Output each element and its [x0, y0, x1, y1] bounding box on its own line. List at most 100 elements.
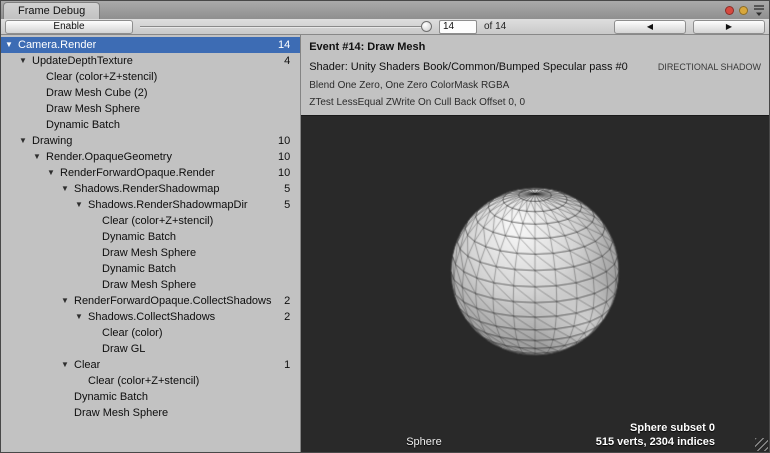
tree-item-label: Shadows.CollectShadows [88, 309, 215, 325]
blend-state: Blend One Zero, One Zero ColorMask RGBA [309, 80, 761, 91]
event-title: Event #14: Draw Mesh [309, 41, 761, 53]
tree-item[interactable]: Draw Mesh Sphere [1, 101, 300, 117]
mesh-stats: Sphere subset 0 515 verts, 2304 indices [596, 421, 715, 449]
close-icon[interactable] [725, 6, 734, 15]
tree-item-label: Shadows.RenderShadowmapDir [88, 197, 248, 213]
tree-item-count: 2 [284, 293, 300, 309]
tree-item[interactable]: Clear (color) [1, 325, 300, 341]
toolbar: Enable of 14 ◀ ▶ [1, 19, 769, 35]
mesh-name-label: Sphere [406, 436, 441, 448]
tree-item[interactable]: Dynamic Batch [1, 389, 300, 405]
foldout-triangle-icon[interactable]: ▼ [61, 181, 74, 197]
details-header: Event #14: Draw Mesh Shader: Unity Shade… [301, 35, 769, 115]
tree-item-label: Clear (color+Z+stencil) [88, 373, 199, 389]
tree-item[interactable]: Dynamic Batch [1, 261, 300, 277]
tree-item[interactable]: Draw Mesh Sphere [1, 277, 300, 293]
tree-item-count: 10 [278, 165, 300, 181]
next-frame-button[interactable]: ▶ [693, 20, 765, 34]
tree-item-label: Clear [74, 357, 100, 373]
minimize-icon[interactable] [739, 6, 748, 15]
tree-item[interactable]: ▼Shadows.RenderShadowmap5 [1, 181, 300, 197]
frame-number-field[interactable] [439, 20, 477, 34]
prev-frame-button[interactable]: ◀ [614, 20, 686, 34]
pane-menu-icon[interactable] [753, 4, 765, 17]
tree-item[interactable]: Draw GL [1, 341, 300, 357]
tree-item-count: 5 [284, 181, 300, 197]
tree-item-label: Clear (color) [102, 325, 163, 341]
shader-keywords: DIRECTIONAL SHADOW [658, 62, 761, 72]
tree-item-count: 4 [284, 53, 300, 69]
tree-item-count: 14 [278, 37, 300, 53]
frame-debug-window: Frame Debug Enable of 14 ◀ ▶ ▼Camera.Ren… [0, 0, 770, 453]
tree-item[interactable]: ▼Camera.Render 14 [1, 37, 300, 53]
mesh-subset-label: Sphere subset 0 [596, 421, 715, 435]
tree-item-label: Draw GL [102, 341, 145, 357]
tree-item[interactable]: ▼RenderForwardOpaque.Render 10 [1, 165, 300, 181]
tree-item-count: 5 [284, 197, 300, 213]
foldout-triangle-icon[interactable]: ▼ [19, 53, 32, 69]
tree-item-label: Render.OpaqueGeometry [46, 149, 172, 165]
tree-item-label: Draw Mesh Sphere [74, 405, 168, 421]
tree-item-label: Dynamic Batch [46, 117, 120, 133]
tree-item[interactable]: ▼RenderForwardOpaque.CollectShadows 2 [1, 293, 300, 309]
tree-item-label: Draw Mesh Sphere [102, 245, 196, 261]
slider-knob[interactable] [421, 21, 432, 32]
tab-frame-debug[interactable]: Frame Debug [3, 2, 100, 19]
tree-item[interactable]: Clear (color+Z+stencil) [1, 373, 300, 389]
foldout-triangle-icon[interactable]: ▼ [61, 293, 74, 309]
foldout-triangle-icon[interactable]: ▼ [75, 309, 88, 325]
shader-name: Shader: Unity Shaders Book/Common/Bumped… [309, 61, 628, 73]
resize-grip[interactable] [755, 438, 768, 451]
ztest-state: ZTest LessEqual ZWrite On Cull Back Offs… [309, 97, 761, 108]
tree-item[interactable]: ▼Shadows.RenderShadowmapDir 5 [1, 197, 300, 213]
tree-item-label: Camera.Render [18, 37, 96, 53]
tree-item-count: 2 [284, 309, 300, 325]
tab-title: Frame Debug [18, 5, 85, 17]
tree-item[interactable]: ▼Clear 1 [1, 357, 300, 373]
tree-item-label: Dynamic Batch [102, 261, 176, 277]
tree-item-label: Drawing [32, 133, 72, 149]
mesh-verts-label: 515 verts, 2304 indices [596, 435, 715, 449]
sphere-preview-canvas [301, 116, 769, 452]
tree-item[interactable]: Clear (color+Z+stencil) [1, 69, 300, 85]
tree-item[interactable]: Dynamic Batch [1, 229, 300, 245]
foldout-triangle-icon[interactable]: ▼ [19, 133, 32, 149]
tree-item[interactable]: Draw Mesh Sphere [1, 245, 300, 261]
details-panel: Event #14: Draw Mesh Shader: Unity Shade… [301, 35, 769, 452]
tree-item[interactable]: Clear (color+Z+stencil) [1, 213, 300, 229]
tree-item-label: Dynamic Batch [102, 229, 176, 245]
tree-item-count: 10 [278, 133, 300, 149]
tree-item[interactable]: Draw Mesh Cube (2) [1, 85, 300, 101]
content-split: ▼Camera.Render14▼UpdateDepthTexture4Clea… [1, 35, 769, 452]
frame-slider[interactable] [140, 20, 432, 34]
foldout-triangle-icon[interactable]: ▼ [61, 357, 74, 373]
tree-item[interactable]: ▼UpdateDepthTexture 4 [1, 53, 300, 69]
foldout-triangle-icon[interactable]: ▼ [75, 197, 88, 213]
tree-item-label: UpdateDepthTexture [32, 53, 133, 69]
slider-track [140, 26, 432, 28]
tree-item[interactable]: ▼Drawing 10 [1, 133, 300, 149]
tree-item-label: Clear (color+Z+stencil) [102, 213, 213, 229]
shader-row: Shader: Unity Shaders Book/Common/Bumped… [309, 61, 761, 73]
tree-item-label: RenderForwardOpaque.CollectShadows [74, 293, 272, 309]
tree-item[interactable]: ▼Render.OpaqueGeometry 10 [1, 149, 300, 165]
foldout-triangle-icon[interactable]: ▼ [33, 149, 46, 165]
tree-item[interactable]: ▼Shadows.CollectShadows 2 [1, 309, 300, 325]
tree-item-label: Draw Mesh Sphere [102, 277, 196, 293]
tree-item-label: Dynamic Batch [74, 389, 148, 405]
foldout-triangle-icon[interactable]: ▼ [5, 37, 18, 53]
tab-bar: Frame Debug [1, 1, 769, 19]
enable-button[interactable]: Enable [5, 20, 133, 34]
tree-item-count: 10 [278, 149, 300, 165]
tree-item-label: Clear (color+Z+stencil) [46, 69, 157, 85]
tree-item-count: 1 [284, 357, 300, 373]
event-tree: ▼Camera.Render14▼UpdateDepthTexture4Clea… [1, 35, 300, 452]
tree-item[interactable]: Dynamic Batch [1, 117, 300, 133]
frame-total-label: of 14 [484, 21, 506, 32]
tree-item-label: Draw Mesh Cube (2) [46, 85, 147, 101]
foldout-triangle-icon[interactable]: ▼ [47, 165, 60, 181]
tree-item[interactable]: Draw Mesh Sphere [1, 405, 300, 421]
tree-item-label: RenderForwardOpaque.Render [60, 165, 215, 181]
tree-item-label: Draw Mesh Sphere [46, 101, 140, 117]
mesh-preview: Sphere Sphere subset 0 515 verts, 2304 i… [301, 115, 769, 452]
